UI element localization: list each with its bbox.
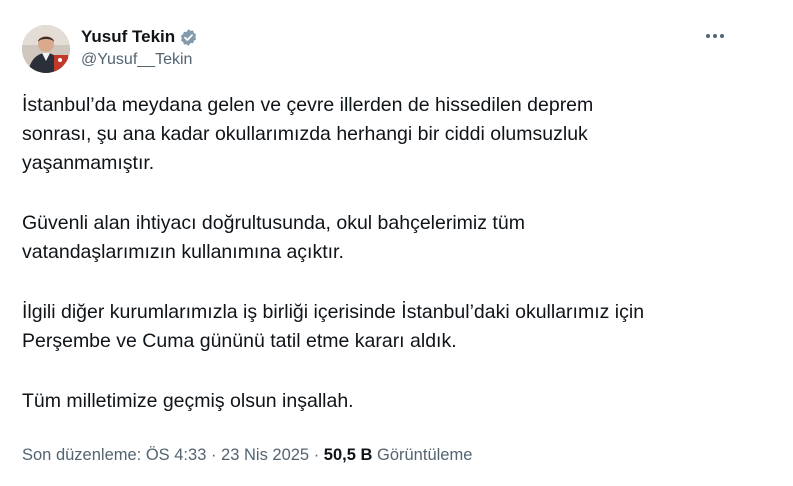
meta-separator: · [309, 446, 324, 464]
author-name-row[interactable]: Yusuf Tekin [81, 26, 198, 48]
views-label: Görüntüleme [377, 446, 473, 464]
author-display-name[interactable]: Yusuf Tekin [81, 26, 175, 48]
meta-separator: · [206, 446, 222, 464]
tweet-paragraph: Tüm milletimize geçmiş olsun inşallah. [22, 390, 354, 412]
tweet-text: İstanbul’da meydana gelen ve çevre iller… [22, 91, 762, 416]
verified-badge-icon [179, 28, 198, 47]
tweet-meta: Son düzenleme: ÖS 4:33 · 23 Nis 2025 · 5… [22, 444, 472, 466]
tweet-paragraph: İlgili diğer kurumlarımızla iş birliği i… [22, 301, 645, 352]
tweet-paragraph: İstanbul’da meydana gelen ve çevre iller… [22, 94, 594, 174]
tweet-paragraph: Güvenli alan ihtiyacı doğrultusunda, oku… [22, 212, 525, 263]
more-horizontal-icon [706, 34, 724, 38]
tweet: Yusuf Tekin @Yusuf__Tekin İstanbul’da me… [0, 0, 793, 486]
avatar-photo [22, 25, 70, 73]
edited-timestamp-link[interactable]: Son düzenleme: ÖS 4:33 [22, 446, 206, 464]
more-options-button[interactable] [700, 24, 730, 48]
avatar[interactable] [22, 25, 70, 73]
author-handle[interactable]: @Yusuf__Tekin [81, 50, 192, 70]
tweet-date[interactable]: 23 Nis 2025 [221, 446, 309, 464]
views-count: 50,5 B [323, 446, 373, 464]
